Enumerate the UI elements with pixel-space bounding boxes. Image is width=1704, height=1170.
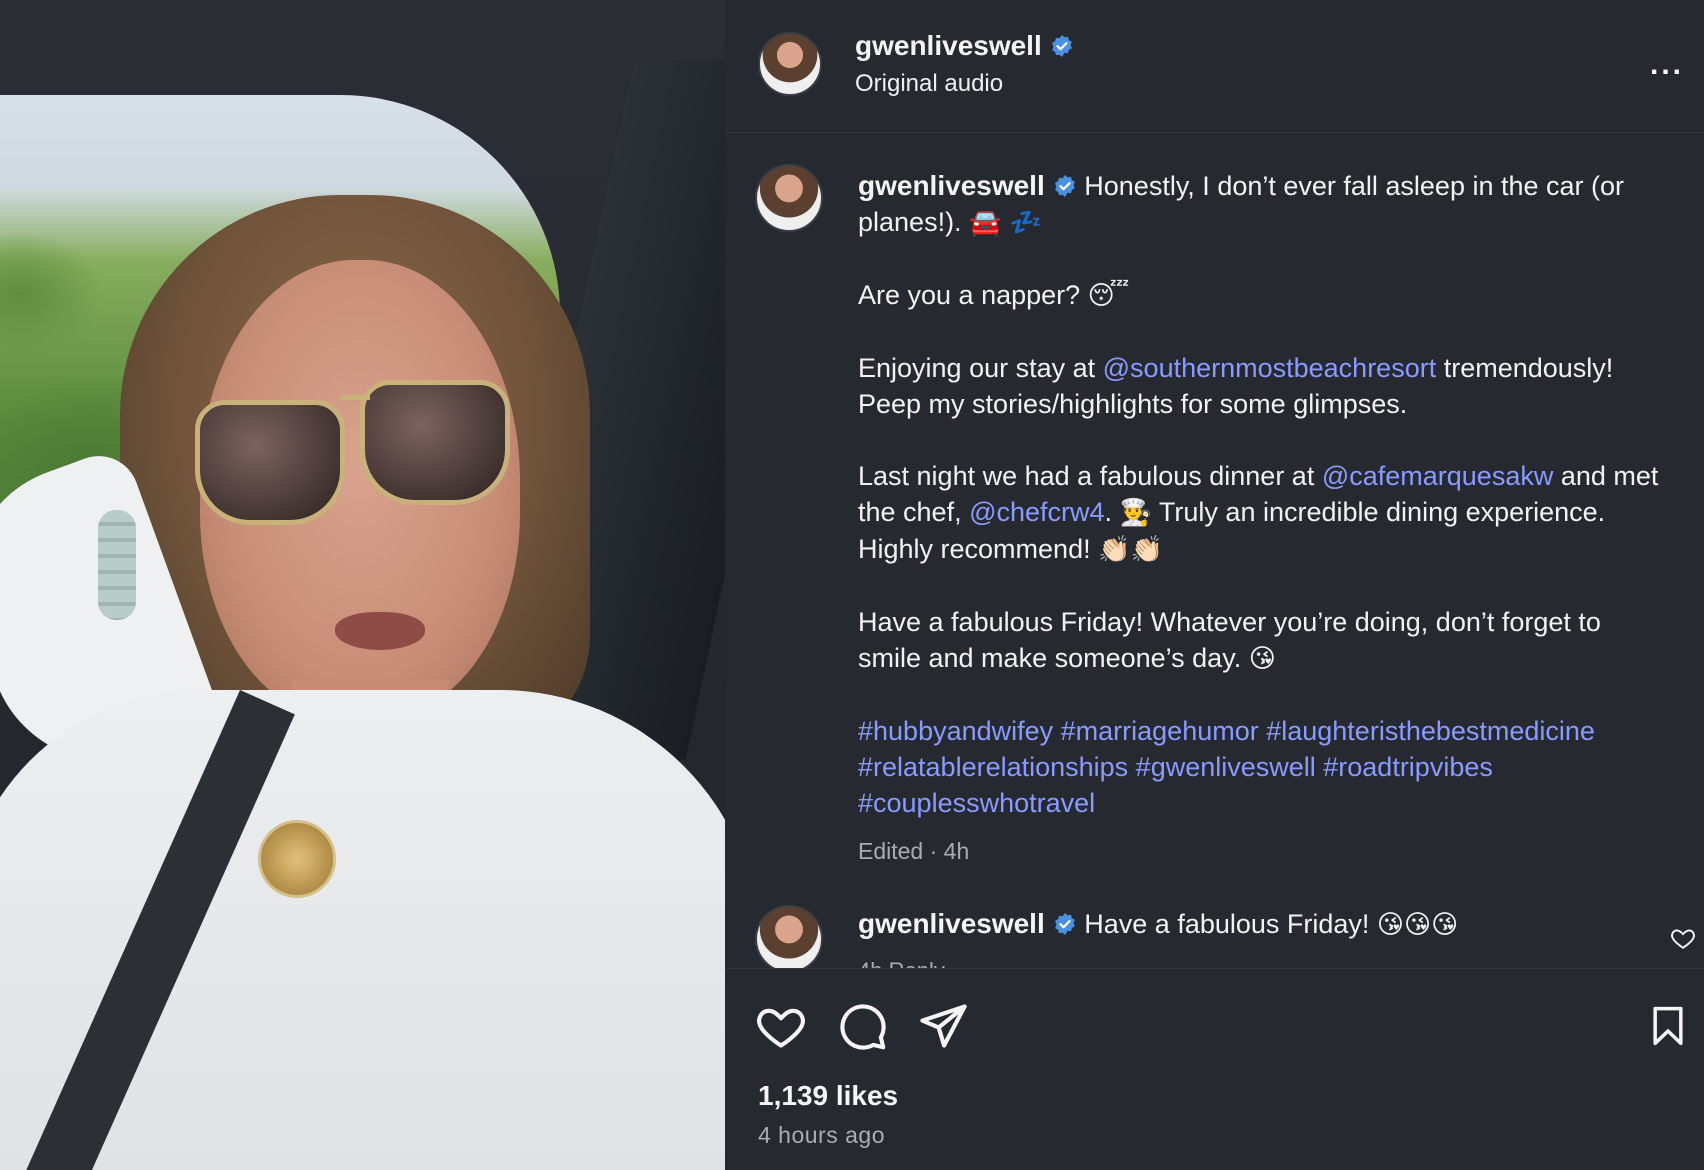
- caption-meta: Edited · 4h: [858, 838, 970, 864]
- caption-question: Are you a napper?: [858, 280, 1088, 310]
- more-options-icon[interactable]: ...: [1650, 48, 1684, 82]
- comment-like-heart-icon[interactable]: [1670, 925, 1696, 951]
- comment-row: gwenliveswell Have a fabulous Friday! 😘😘…: [725, 900, 1704, 968]
- mention-link[interactable]: @cafemarquesakw: [1322, 461, 1554, 491]
- header-divider: [725, 132, 1704, 133]
- verified-badge-icon: [1054, 913, 1075, 935]
- sunglasses-left-lens: [195, 400, 345, 525]
- clapping-emoji: 👏🏻👏🏻: [1098, 535, 1163, 565]
- sunglasses-right-lens: [360, 380, 510, 505]
- caption-username[interactable]: gwenliveswell: [858, 170, 1045, 201]
- author-username[interactable]: gwenliveswell: [855, 30, 1042, 61]
- likes-count[interactable]: 1,139 likes: [758, 1080, 898, 1112]
- heart-icon[interactable]: [755, 1000, 807, 1052]
- post-timestamp[interactable]: 4 hours ago: [758, 1122, 885, 1149]
- avatar[interactable]: [755, 905, 823, 968]
- verified-badge-icon: [1051, 35, 1072, 57]
- caption-friday-text: Have a fabulous Friday! Whatever you’re …: [858, 607, 1601, 673]
- post-author[interactable]: gwenliveswell: [855, 30, 1074, 62]
- necklace-pendant: [258, 820, 336, 898]
- post-sidebar: gwenliveswell Original audio ... gwenliv…: [725, 0, 1704, 1170]
- audio-label[interactable]: Original audio: [855, 70, 1003, 98]
- mention-link[interactable]: @southernmostbeachresort: [1103, 353, 1437, 383]
- car-sleep-emoji: 🚘 💤: [969, 208, 1043, 238]
- hashtags[interactable]: #hubbyandwifey #marriagehumor #laughteri…: [858, 713, 1668, 821]
- caption-dinner-text: Last night we had a fabulous dinner at: [858, 461, 1322, 491]
- kiss-emoji: 😘: [1248, 644, 1276, 674]
- actions-divider: [725, 968, 1704, 969]
- bookmark-icon[interactable]: [1646, 1000, 1690, 1052]
- comment-bubble-icon[interactable]: [836, 1000, 888, 1052]
- comment-body: Have a fabulous Friday!: [1084, 909, 1377, 939]
- avatar[interactable]: [755, 164, 823, 232]
- caption-dot: .: [1104, 497, 1120, 527]
- bracelet: [98, 510, 136, 620]
- chef-emoji: 👨‍🍳: [1119, 498, 1152, 528]
- sunglasses-bridge: [340, 395, 370, 400]
- mention-link[interactable]: @chefcrw4: [969, 497, 1104, 527]
- person-mouth: [335, 612, 425, 650]
- post-caption: gwenliveswell Honestly, I don’t ever fal…: [858, 168, 1668, 869]
- comment-meta[interactable]: 4h Reply: [858, 958, 945, 968]
- kiss-emoji: 😘😘😘: [1376, 910, 1459, 940]
- comment-text: gwenliveswell Have a fabulous Friday! 😘😘…: [858, 908, 1458, 940]
- paper-plane-icon[interactable]: [917, 1000, 969, 1052]
- reel-video[interactable]: [0, 0, 725, 1170]
- comment-username[interactable]: gwenliveswell: [858, 908, 1045, 939]
- avatar[interactable]: [758, 32, 822, 96]
- post-header: gwenliveswell Original audio ...: [725, 0, 1704, 130]
- verified-badge-icon: [1054, 175, 1075, 197]
- sleeping-face-emoji: 😴: [1087, 281, 1130, 311]
- caption-stay-text: Enjoying our stay at: [858, 353, 1103, 383]
